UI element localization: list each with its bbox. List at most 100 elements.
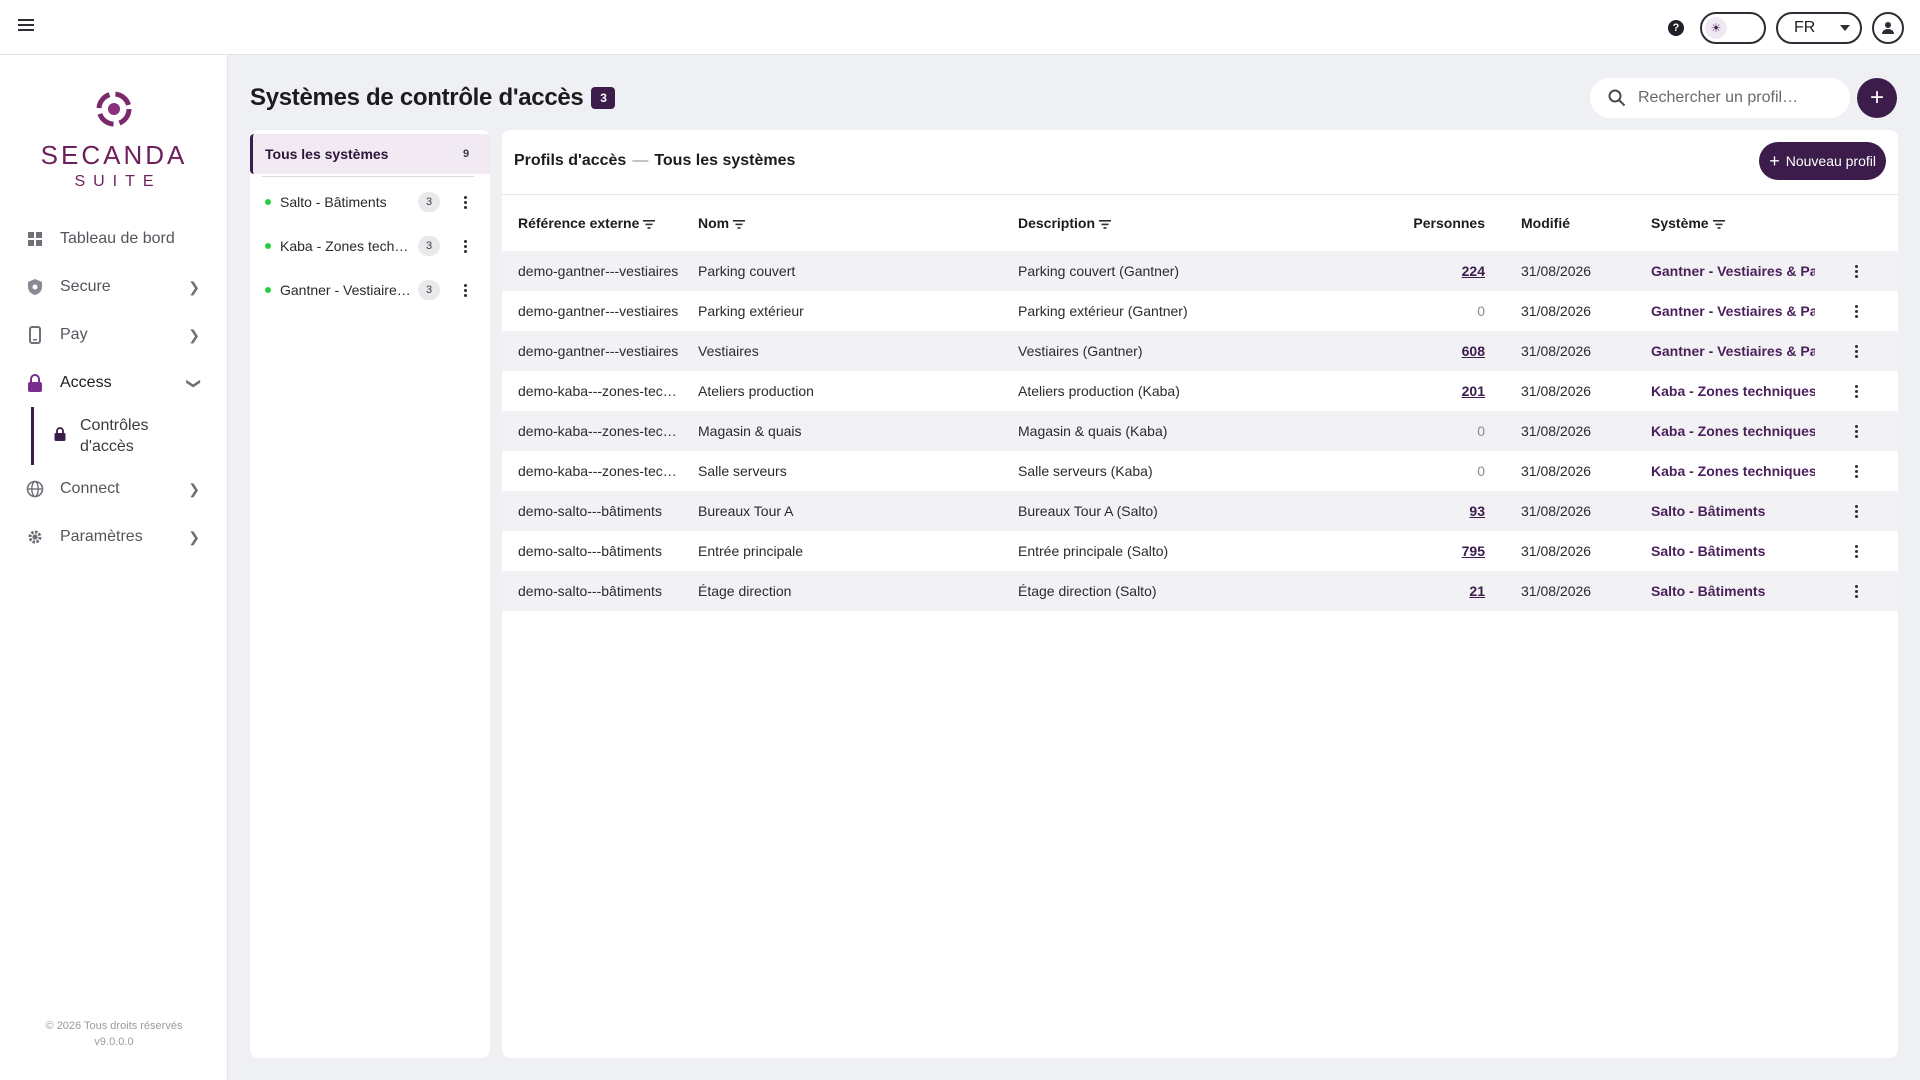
top-bar: ? ☀ FR xyxy=(0,0,1920,55)
sun-icon: ☀ xyxy=(1705,17,1727,39)
filter-icon[interactable] xyxy=(1099,219,1112,229)
help-icon[interactable]: ? xyxy=(1668,20,1684,36)
sidebar-item-secure[interactable]: Secure ❯ xyxy=(0,263,228,311)
more-vert-icon[interactable] xyxy=(1849,461,1865,481)
search-input[interactable] xyxy=(1638,89,1848,107)
version-text: v9.0.0.0 xyxy=(94,1036,134,1048)
system-filter-item[interactable]: Kaba - Zones techniques 3 xyxy=(250,226,490,266)
count-pill: 9 xyxy=(462,148,470,160)
column-header-label: Description xyxy=(1018,215,1096,231)
sidebar-item-settings[interactable]: Paramètres ❯ xyxy=(0,513,228,561)
profiles-panel: Profils d'accès — Tous les systèmes + Nouv… xyxy=(502,130,1898,1058)
cell-actions xyxy=(1815,331,1898,371)
chevron-right-icon: ❯ xyxy=(188,529,200,545)
system-filter-label: Tous les systèmes xyxy=(265,146,389,162)
table-row[interactable]: demo-gantner---vestiaires Parking extérie… xyxy=(502,291,1898,331)
cell-system: Gantner - Vestiaires & Pa xyxy=(1635,331,1815,371)
filter-icon[interactable] xyxy=(1712,219,1725,229)
cell-persons: 0 xyxy=(1342,451,1505,491)
gear-icon xyxy=(26,528,44,546)
persons-link[interactable]: 93 xyxy=(1469,503,1485,519)
column-header-system[interactable]: Système xyxy=(1635,195,1815,251)
cell-system: Kaba - Zones techniques xyxy=(1651,383,1815,399)
systems-panel: Tous les systèmes 9 Salto - Bâtiments 3 … xyxy=(250,130,490,1058)
cell-actions xyxy=(1815,491,1898,531)
count-pill: 3 xyxy=(418,280,440,300)
cell-ref: demo-gantner---vestiaires xyxy=(518,303,679,319)
table-row[interactable]: demo-gantner---vestiaires Vestiaires Vesti… xyxy=(502,331,1898,371)
column-header-description[interactable]: Description xyxy=(1002,195,1342,251)
cell-system: Salto - Bâtiments xyxy=(1635,571,1815,611)
persons-link[interactable]: 21 xyxy=(1469,583,1485,599)
more-vert-icon[interactable] xyxy=(1849,341,1865,361)
sidebar-item-connect[interactable]: Connect ❯ xyxy=(0,465,228,513)
language-select[interactable]: FR xyxy=(1776,12,1862,44)
column-header-name[interactable]: Nom xyxy=(682,195,1002,251)
persons-link[interactable]: 201 xyxy=(1462,383,1485,399)
sidebar-item-pay[interactable]: Pay ❯ xyxy=(0,311,228,359)
cell-actions xyxy=(1815,571,1898,611)
cell-persons: 0 xyxy=(1342,291,1505,331)
cell-modified: 31/08/2026 xyxy=(1505,411,1635,451)
sidebar-item-dashboard[interactable]: Tableau de bord xyxy=(0,215,228,263)
table-row[interactable]: demo-kaba---zones-techniques Ateliers pro… xyxy=(502,371,1898,411)
cell-actions xyxy=(1815,531,1898,571)
cell-actions xyxy=(1815,411,1898,451)
cell-description: Salle serveurs (Kaba) xyxy=(1018,463,1153,479)
more-vert-icon[interactable] xyxy=(1849,381,1865,401)
filter-icon[interactable] xyxy=(643,219,656,229)
table-row[interactable]: demo-kaba---zones-techniques Salle serveu… xyxy=(502,451,1898,491)
phone-icon xyxy=(26,326,44,344)
more-vert-icon[interactable] xyxy=(457,236,473,256)
user-button[interactable] xyxy=(1872,12,1904,44)
more-vert-icon[interactable] xyxy=(1849,501,1865,521)
filter-icon[interactable] xyxy=(733,219,746,229)
table-row[interactable]: demo-kaba---zones-techniquesMagasin & qu… xyxy=(502,411,1898,451)
panel-subtitle: Tous les systèmes xyxy=(654,152,796,169)
system-filter-item[interactable]: Gantner - Vestiaires & Parking 3 xyxy=(250,270,490,310)
system-filter-all[interactable]: Tous les systèmes 9 xyxy=(250,134,490,174)
table-row[interactable]: demo-salto---bâtiments Étage direction Éta… xyxy=(502,571,1898,611)
lock-icon xyxy=(26,374,44,392)
cell-description: Ateliers production (Kaba) xyxy=(1018,383,1180,399)
cell-ref: demo-gantner---vestiaires xyxy=(502,251,682,291)
sidebar-item-access[interactable]: Access ❯ xyxy=(0,359,228,407)
add-button[interactable]: + xyxy=(1857,78,1897,118)
more-vert-icon[interactable] xyxy=(457,192,473,212)
column-header-ref[interactable]: Référence externe xyxy=(502,195,682,251)
table-row[interactable]: demo-salto---bâtiments Bureaux Tour A Bure… xyxy=(502,491,1898,531)
more-vert-icon[interactable] xyxy=(1849,581,1865,601)
sidebar-subitem-access-controls[interactable]: Contrôles d'accès xyxy=(31,407,228,465)
persons-link[interactable]: 608 xyxy=(1462,343,1485,359)
table-row[interactable]: demo-gantner---vestiaires Parking couvert… xyxy=(502,251,1898,291)
cell-name: Parking extérieur xyxy=(698,303,804,319)
more-vert-icon[interactable] xyxy=(1849,261,1865,281)
cell-ref: demo-salto---bâtiments xyxy=(518,543,662,559)
column-header-persons[interactable]: Personnes xyxy=(1342,195,1505,251)
cell-modified: 31/08/2026 xyxy=(1505,491,1635,531)
theme-toggle[interactable]: ☀ xyxy=(1700,12,1766,44)
system-filter-label: Salto - Bâtiments xyxy=(280,194,387,210)
cell-modified: 31/08/2026 xyxy=(1521,543,1592,559)
cell-actions xyxy=(1815,371,1898,411)
brand-suite: SUITE xyxy=(74,173,162,190)
system-filter-item[interactable]: Salto - Bâtiments 3 xyxy=(250,182,490,222)
cell-modified: 31/08/2026 xyxy=(1505,251,1635,291)
more-vert-icon[interactable] xyxy=(1849,301,1865,321)
table-row[interactable]: demo-salto---bâtiments Entrée principale E… xyxy=(502,531,1898,571)
new-profile-button[interactable]: + Nouveau profil xyxy=(1759,142,1886,180)
more-vert-icon[interactable] xyxy=(457,280,473,300)
menu-icon[interactable] xyxy=(18,19,34,33)
column-header-actions xyxy=(1815,195,1898,251)
logo[interactable]: SECANDA SUITE xyxy=(0,89,228,191)
persons-link[interactable]: 224 xyxy=(1462,263,1485,279)
column-header-modified[interactable]: Modifié xyxy=(1505,195,1635,251)
persons-link[interactable]: 795 xyxy=(1462,543,1485,559)
cell-modified: 31/08/2026 xyxy=(1521,303,1592,319)
more-vert-icon[interactable] xyxy=(1849,421,1865,441)
divider xyxy=(262,176,474,177)
cell-persons: 608 xyxy=(1342,331,1505,371)
more-vert-icon[interactable] xyxy=(1849,541,1865,561)
panel-title-text: Profils d'accès xyxy=(514,152,627,169)
sidebar-item-label: Connect xyxy=(60,480,120,497)
